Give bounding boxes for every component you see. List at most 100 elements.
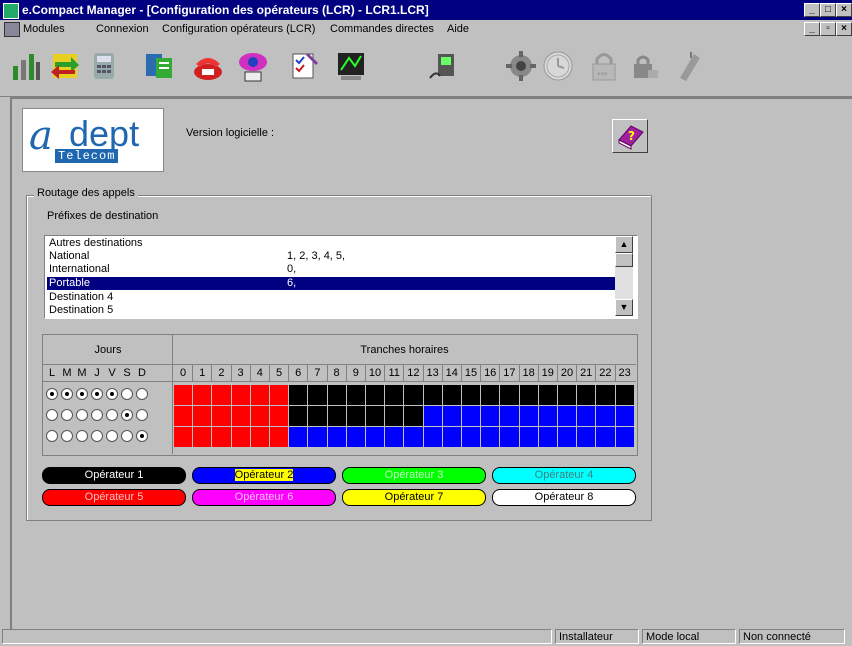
schedule-cell[interactable] <box>442 385 462 406</box>
schedule-cell[interactable] <box>308 406 328 427</box>
schedule-cell[interactable] <box>193 427 213 448</box>
schedule-cell[interactable] <box>519 427 539 448</box>
day-radio[interactable] <box>91 409 103 421</box>
schedule-cell[interactable] <box>538 385 558 406</box>
day-radio[interactable] <box>136 409 148 421</box>
day-radio[interactable] <box>76 388 88 400</box>
menu-configuration[interactable]: Configuration opérateurs (LCR) <box>162 23 315 35</box>
menu-connexion[interactable]: Connexion <box>96 23 149 35</box>
day-radio[interactable] <box>76 430 88 442</box>
scroll-thumb[interactable] <box>615 253 633 267</box>
schedule-cell[interactable] <box>346 427 366 448</box>
list-item[interactable]: Destination 4 <box>47 291 615 304</box>
schedule-cell[interactable] <box>174 406 194 427</box>
schedule-cell[interactable] <box>174 385 194 406</box>
schedule-cell[interactable] <box>327 427 347 448</box>
schedule-cell[interactable] <box>462 385 482 406</box>
schedule-cell[interactable] <box>366 385 386 406</box>
list-item[interactable]: International 0, <box>47 263 615 276</box>
schedule-cell[interactable] <box>174 427 194 448</box>
day-radio[interactable] <box>121 409 133 421</box>
list-item[interactable]: National 1, 2, 3, 4, 5, <box>47 250 615 263</box>
day-radio[interactable] <box>136 430 148 442</box>
schedule-cell[interactable] <box>327 406 347 427</box>
child-restore-button[interactable]: ▫ <box>820 22 836 36</box>
day-radio[interactable] <box>46 388 58 400</box>
operator-4-button[interactable]: Opérateur 4 <box>492 467 636 484</box>
destination-listbox[interactable]: Autres destinations National 1, 2, 3, 4, … <box>44 235 638 319</box>
schedule-cell[interactable] <box>538 406 558 427</box>
schedule-cell[interactable] <box>385 427 405 448</box>
schedule-cell[interactable] <box>270 385 290 406</box>
document-icon[interactable] <box>4 22 20 37</box>
day-radio[interactable] <box>46 409 58 421</box>
day-radio[interactable] <box>61 388 73 400</box>
schedule-cell[interactable] <box>423 427 443 448</box>
schedule-cell[interactable] <box>366 406 386 427</box>
day-radio[interactable] <box>46 430 58 442</box>
schedule-cell[interactable] <box>231 406 251 427</box>
day-radio[interactable] <box>121 430 133 442</box>
app-icon[interactable] <box>3 3 19 19</box>
day-radio[interactable] <box>61 409 73 421</box>
directory-icon[interactable] <box>143 50 175 82</box>
day-radio[interactable] <box>106 409 118 421</box>
schedule-cell[interactable] <box>615 385 635 406</box>
schedule-cell[interactable] <box>558 406 578 427</box>
day-radio[interactable] <box>61 430 73 442</box>
checklist-icon[interactable] <box>287 50 319 82</box>
schedule-cell[interactable] <box>577 406 597 427</box>
schedule-cell[interactable] <box>615 406 635 427</box>
day-radio[interactable] <box>106 388 118 400</box>
schedule-cell[interactable] <box>500 427 520 448</box>
schedule-cell[interactable] <box>500 385 520 406</box>
schedule-cell[interactable] <box>212 427 232 448</box>
list-scrollbar[interactable]: ▲ ▼ <box>615 236 633 316</box>
list-item-selected[interactable]: Portable 6, <box>47 277 615 290</box>
list-item[interactable]: Destination 5 <box>47 304 615 317</box>
child-close-button[interactable]: × <box>836 22 852 36</box>
schedule-cell[interactable] <box>481 385 501 406</box>
lock-icon[interactable]: *** <box>588 50 620 82</box>
schedule-cell[interactable] <box>596 427 616 448</box>
schedule-cell[interactable] <box>250 385 270 406</box>
schedule-cell[interactable] <box>385 406 405 427</box>
schedule-cell[interactable] <box>231 427 251 448</box>
programming-icon[interactable] <box>335 50 367 82</box>
day-radio[interactable] <box>106 430 118 442</box>
schedule-cell[interactable] <box>558 385 578 406</box>
day-radio[interactable] <box>76 409 88 421</box>
schedule-cell[interactable] <box>423 406 443 427</box>
schedule-cell[interactable] <box>500 406 520 427</box>
schedule-cell[interactable] <box>231 385 251 406</box>
gear-icon[interactable] <box>505 50 537 82</box>
schedule-cell[interactable] <box>615 427 635 448</box>
schedule-cell[interactable] <box>289 385 309 406</box>
schedule-cell[interactable] <box>481 427 501 448</box>
schedule-cell[interactable] <box>193 385 213 406</box>
schedule-cell[interactable] <box>442 406 462 427</box>
telephone-icon[interactable] <box>192 50 224 82</box>
schedule-cell[interactable] <box>577 385 597 406</box>
operator-2-button[interactable]: Opérateur 2 <box>192 467 336 484</box>
close-button[interactable]: × <box>836 3 852 17</box>
schedule-cell[interactable] <box>250 427 270 448</box>
operator-7-button[interactable]: Opérateur 7 <box>342 489 486 506</box>
schedule-cell[interactable] <box>404 427 424 448</box>
transfer-icon[interactable] <box>49 50 81 82</box>
schedule-cell[interactable] <box>308 427 328 448</box>
schedule-cell[interactable] <box>212 406 232 427</box>
schedule-cell[interactable] <box>519 406 539 427</box>
schedule-cell[interactable] <box>270 427 290 448</box>
help-button[interactable]: ? <box>612 119 648 153</box>
schedule-cell[interactable] <box>577 427 597 448</box>
lock-camera-icon[interactable] <box>630 50 662 82</box>
operator-5-button[interactable]: Opérateur 5 <box>42 489 186 506</box>
mobile-icon[interactable] <box>670 50 702 82</box>
operator-6-button[interactable]: Opérateur 6 <box>192 489 336 506</box>
schedule-cell[interactable] <box>423 385 443 406</box>
schedule-cell[interactable] <box>462 427 482 448</box>
operator-3-button[interactable]: Opérateur 3 <box>342 467 486 484</box>
terminal-icon[interactable] <box>428 50 460 82</box>
schedule-cell[interactable] <box>346 385 366 406</box>
